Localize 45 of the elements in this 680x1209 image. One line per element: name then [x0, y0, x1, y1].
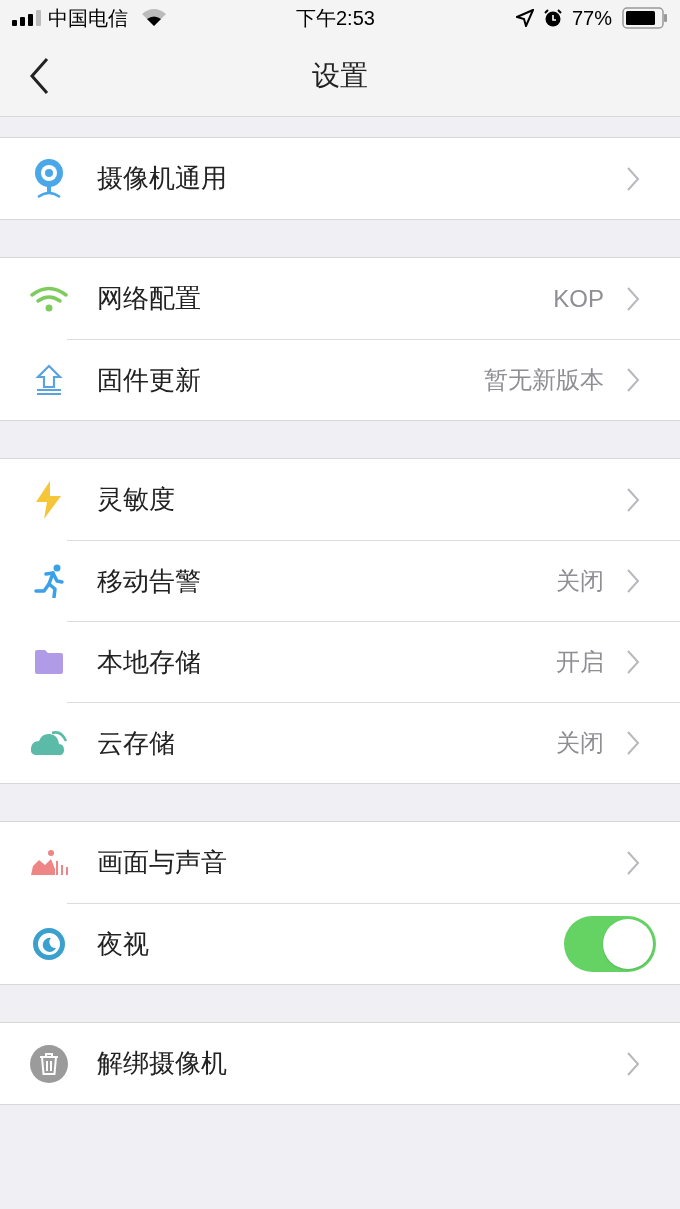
- chevron-right-icon: [626, 849, 640, 876]
- picture-sound-icon: [28, 848, 69, 877]
- wifi-icon: [142, 9, 166, 27]
- setting-label[interactable]: 夜视: [97, 924, 149, 964]
- setting-label[interactable]: 云存储: [97, 723, 175, 763]
- chevron-right-icon: [626, 1050, 640, 1077]
- back-chevron-icon: [29, 57, 49, 95]
- chevron-right-icon: [626, 486, 640, 513]
- trash-icon: [29, 1044, 68, 1083]
- night-vision-icon: [31, 926, 66, 961]
- setting-label[interactable]: 网络配置: [97, 279, 201, 318]
- page-title: 设置: [312, 59, 368, 93]
- setting-value: 开启: [556, 647, 604, 677]
- carrier-text: 中国电信: [48, 6, 128, 31]
- setting-value: 关闭: [556, 566, 604, 596]
- location-arrow-icon: [515, 9, 534, 27]
- chevron-right-icon: [626, 649, 640, 675]
- setting-value: 暂无新版本: [484, 365, 604, 395]
- setting-value: KOP: [553, 283, 604, 314]
- wifi-icon: [28, 284, 69, 313]
- upload-icon: [34, 363, 63, 396]
- setting-label[interactable]: 本地存储: [97, 642, 201, 682]
- chevron-right-icon: [626, 165, 640, 192]
- setting-label[interactable]: 灵敏度: [97, 480, 175, 519]
- toggle-switch[interactable]: [564, 916, 656, 972]
- setting-label[interactable]: 固件更新: [97, 360, 201, 400]
- setting-label[interactable]: 画面与声音: [97, 843, 227, 882]
- lightning-icon: [33, 480, 64, 519]
- alarm-clock-icon: [543, 9, 562, 27]
- setting-label[interactable]: 移动告警: [97, 561, 201, 601]
- chevron-right-icon: [626, 285, 640, 312]
- webcam-icon: [33, 158, 64, 199]
- signal-icon: [12, 10, 42, 26]
- running-person-icon: [32, 563, 65, 598]
- setting-label[interactable]: 解绑摄像机: [97, 1044, 227, 1083]
- setting-value: 关闭: [556, 728, 604, 758]
- chevron-right-icon: [626, 568, 640, 594]
- battery-icon: [622, 7, 668, 29]
- setting-label[interactable]: 摄像机通用: [97, 159, 227, 198]
- chevron-right-icon: [626, 367, 640, 393]
- clock-text: 下午2:53: [296, 6, 375, 31]
- chevron-right-icon: [626, 730, 640, 756]
- folder-icon: [32, 648, 65, 675]
- battery-percent-text: 77%: [571, 6, 612, 31]
- cloud-icon: [29, 728, 68, 757]
